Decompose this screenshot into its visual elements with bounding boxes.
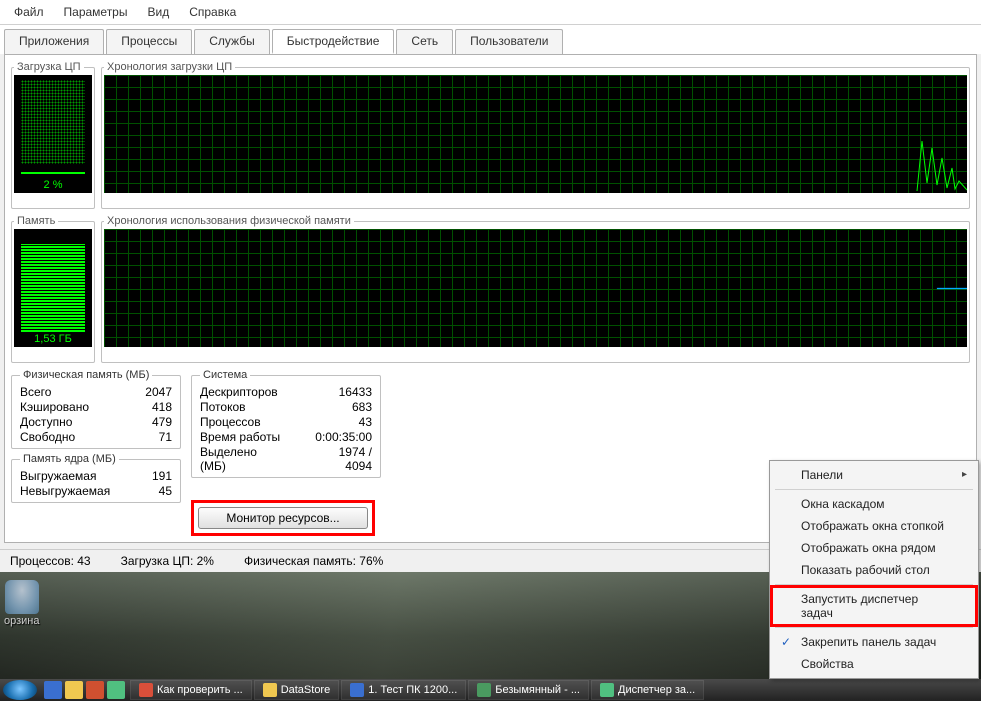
phys-free-value: 71 xyxy=(132,430,172,444)
memory-history-box: Хронология использования физической памя… xyxy=(101,215,970,363)
app-icon xyxy=(263,683,277,697)
sys-uptime-label: Время работы xyxy=(200,430,281,444)
start-button[interactable] xyxy=(3,680,37,700)
kernel-nonpaged-value: 45 xyxy=(146,484,172,498)
ctx-start-task-manager[interactable]: Запустить диспетчер задач xyxy=(773,588,975,624)
phys-cached-value: 418 xyxy=(132,400,172,414)
recycle-bin-icon xyxy=(5,580,39,614)
ctx-stack[interactable]: Отображать окна стопкой xyxy=(773,515,975,537)
menu-file[interactable]: Файл xyxy=(6,2,52,22)
memory-history-title: Хронология использования физической памя… xyxy=(104,215,354,227)
cpu-trace-line xyxy=(907,133,967,193)
cpu-meter-box: Загрузка ЦП 2 % xyxy=(11,61,95,209)
taskbar-item-label: 1. Тест ПК 1200... xyxy=(368,684,457,696)
phys-total-value: 2047 xyxy=(132,385,172,399)
recycle-bin[interactable]: орзина xyxy=(4,580,40,627)
pinned-icon[interactable] xyxy=(86,681,104,699)
ctx-panels[interactable]: Панели xyxy=(773,464,975,486)
phys-total-label: Всего xyxy=(20,385,102,399)
ctx-lock-taskbar[interactable]: Закрепить панель задач xyxy=(773,631,975,653)
tab-applications[interactable]: Приложения xyxy=(4,29,104,54)
app-icon xyxy=(477,683,491,697)
memory-meter-value: 1,53 ГБ xyxy=(15,333,91,345)
cpu-meter: 2 % xyxy=(14,75,92,193)
phys-avail-label: Доступно xyxy=(20,415,102,429)
taskbar-item-label: Диспетчер за... xyxy=(618,684,695,696)
kernel-paged-label: Выгружаемая xyxy=(20,469,116,483)
system-title: Система xyxy=(200,369,250,381)
taskbar-item-label: DataStore xyxy=(281,684,331,696)
kernel-title: Память ядра (МБ) xyxy=(20,453,119,465)
ctx-separator xyxy=(775,489,973,490)
memory-meter: 1,53 ГБ xyxy=(14,229,92,347)
cpu-history-chart xyxy=(104,75,967,193)
ctx-separator xyxy=(775,627,973,628)
cpu-history-box: Хронология загрузки ЦП xyxy=(101,61,970,209)
taskbar-item[interactable]: 1. Тест ПК 1200... xyxy=(341,680,466,700)
sys-handles-label: Дескрипторов xyxy=(200,385,281,399)
phys-mem-title: Физическая память (МБ) xyxy=(20,369,152,381)
memory-meter-box: Память 1,53 ГБ xyxy=(11,215,95,363)
sys-handles-value: 16433 xyxy=(311,385,372,399)
phys-free-label: Свободно xyxy=(20,430,102,444)
pinned-icons xyxy=(40,681,129,699)
menu-options[interactable]: Параметры xyxy=(56,2,136,22)
taskbar-item[interactable]: Как проверить ... xyxy=(130,680,252,700)
cpu-history-title: Хронология загрузки ЦП xyxy=(104,61,235,73)
phys-mem-group: Физическая память (МБ) Всего 2047 Кэширов… xyxy=(11,369,181,449)
cpu-meter-value: 2 % xyxy=(15,179,91,191)
app-icon xyxy=(139,683,153,697)
taskbar[interactable]: Как проверить ... DataStore 1. Тест ПК 120… xyxy=(0,679,981,701)
taskbar-context-menu: Панели Окна каскадом Отображать окна сто… xyxy=(769,460,979,679)
kernel-paged-value: 191 xyxy=(146,469,172,483)
ctx-show-desktop[interactable]: Показать рабочий стол xyxy=(773,559,975,581)
taskbar-item-label: Как проверить ... xyxy=(157,684,243,696)
sys-procs-value: 43 xyxy=(311,415,372,429)
memory-history-chart xyxy=(104,229,967,347)
kernel-mem-group: Память ядра (МБ) Выгружаемая 191 Невыгруж… xyxy=(11,453,181,503)
status-cpu: Загрузка ЦП: 2% xyxy=(121,554,214,568)
pinned-icon[interactable] xyxy=(65,681,83,699)
sys-uptime-value: 0:00:35:00 xyxy=(311,430,372,444)
sys-threads-label: Потоков xyxy=(200,400,281,414)
sys-commit-value: 1974 / 4094 xyxy=(311,445,372,473)
pinned-icon[interactable] xyxy=(107,681,125,699)
phys-cached-label: Кэшировано xyxy=(20,400,102,414)
ctx-properties[interactable]: Свойства xyxy=(773,653,975,675)
sys-threads-value: 683 xyxy=(311,400,372,414)
tab-processes[interactable]: Процессы xyxy=(106,29,192,54)
tab-performance[interactable]: Быстродействие xyxy=(272,29,395,54)
menu-help[interactable]: Справка xyxy=(181,2,244,22)
taskbar-item[interactable]: DataStore xyxy=(254,680,340,700)
menu-bar: Файл Параметры Вид Справка xyxy=(0,0,981,25)
tab-users[interactable]: Пользователи xyxy=(455,29,563,54)
system-group: Система Дескрипторов 16433 Потоков 683 Про… xyxy=(191,369,381,478)
tab-network[interactable]: Сеть xyxy=(396,29,453,54)
status-memory: Физическая память: 76% xyxy=(244,554,383,568)
cpu-meter-title: Загрузка ЦП xyxy=(14,61,84,73)
memory-trace-line xyxy=(937,288,967,289)
kernel-nonpaged-label: Невыгружаемая xyxy=(20,484,116,498)
phys-avail-value: 479 xyxy=(132,415,172,429)
app-icon xyxy=(600,683,614,697)
sys-procs-label: Процессов xyxy=(200,415,281,429)
recycle-bin-label: орзина xyxy=(4,615,40,627)
resource-monitor-button[interactable]: Монитор ресурсов... xyxy=(198,507,368,529)
app-icon xyxy=(350,683,364,697)
resource-monitor-highlight: Монитор ресурсов... xyxy=(191,500,375,536)
ctx-separator xyxy=(775,584,973,585)
taskbar-item-label: Безымянный - ... xyxy=(495,684,580,696)
tab-services[interactable]: Службы xyxy=(194,29,269,54)
taskbar-item[interactable]: Диспетчер за... xyxy=(591,680,704,700)
taskbar-item[interactable]: Безымянный - ... xyxy=(468,680,589,700)
memory-meter-title: Память xyxy=(14,215,58,227)
pinned-icon[interactable] xyxy=(44,681,62,699)
ctx-cascade[interactable]: Окна каскадом xyxy=(773,493,975,515)
ctx-side-by-side[interactable]: Отображать окна рядом xyxy=(773,537,975,559)
tab-bar: Приложения Процессы Службы Быстродействи… xyxy=(0,25,981,54)
menu-view[interactable]: Вид xyxy=(139,2,177,22)
status-processes: Процессов: 43 xyxy=(10,554,91,568)
sys-commit-label: Выделено (МБ) xyxy=(200,445,281,473)
